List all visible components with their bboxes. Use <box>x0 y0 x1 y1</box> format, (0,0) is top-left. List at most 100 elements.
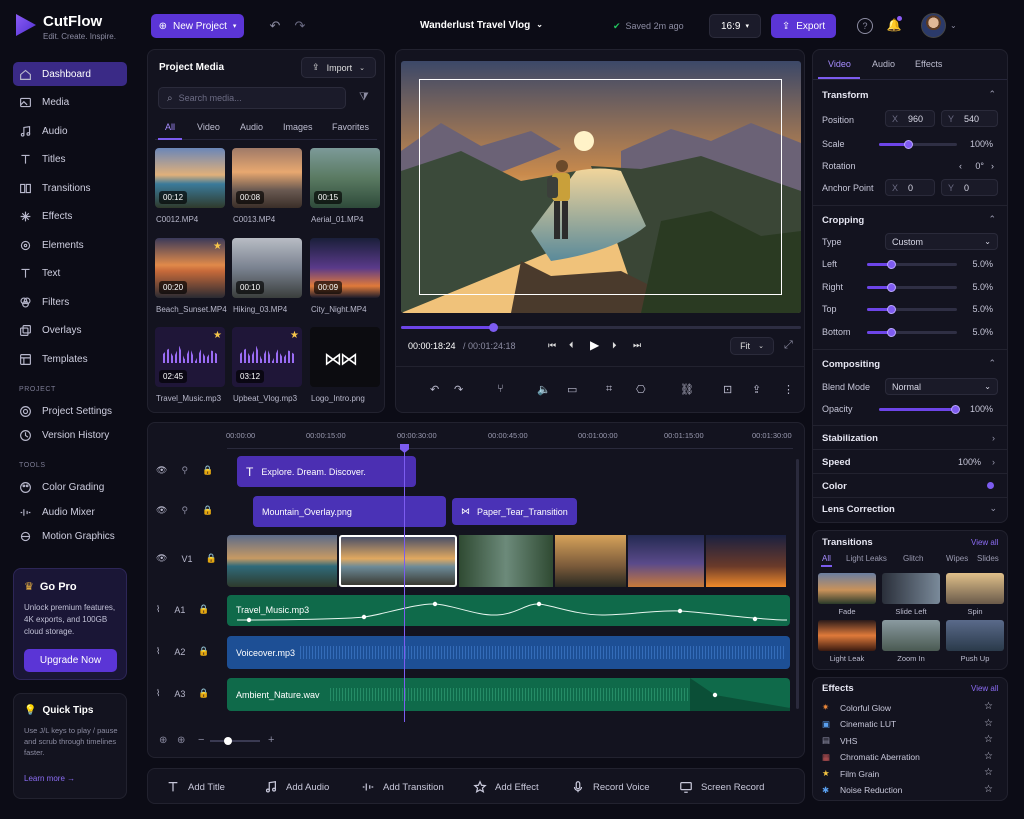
sidebar-item-text[interactable]: Text <box>13 261 127 285</box>
snapshot-icon[interactable]: ⊡ <box>723 383 732 396</box>
skip-forward-icon[interactable]: ⏭ <box>633 340 641 351</box>
caption-icon[interactable]: ▭ <box>567 383 577 396</box>
transition-thumbnail[interactable] <box>818 620 876 651</box>
effect-item[interactable]: ▣ Cinematic LUT <box>822 719 896 730</box>
position-y-field[interactable]: Y 540 <box>941 110 998 127</box>
media-tab-all[interactable]: All <box>165 122 175 132</box>
video-clip[interactable] <box>555 535 626 587</box>
learn-more-link[interactable]: Learn more → <box>24 774 75 783</box>
undo-button[interactable]: ↶ <box>266 17 284 35</box>
favorite-star-icon[interactable]: ★ <box>213 241 222 252</box>
anchor-y-field[interactable]: Y0 <box>941 179 998 196</box>
add-transition-button[interactable]: Add Transition <box>361 775 444 799</box>
zoom-slider[interactable] <box>210 737 260 745</box>
crop-right-slider[interactable] <box>867 282 957 292</box>
transitions-view-all-link[interactable]: View all <box>971 538 998 547</box>
add-title-button[interactable]: Add Title <box>166 775 225 799</box>
collapse-cropping-icon[interactable]: ⌃ <box>988 214 996 225</box>
lock-icon[interactable]: 🔒 <box>198 688 209 699</box>
transition-thumbnail[interactable] <box>882 620 940 651</box>
transition-tab[interactable]: Slides <box>977 554 999 563</box>
transition-clip[interactable]: ⋈ Paper_Tear_Transition <box>452 498 577 525</box>
undo-icon[interactable]: ↶ <box>430 383 439 396</box>
split-icon[interactable]: ⑂ <box>497 383 504 395</box>
opacity-slider[interactable] <box>879 405 960 414</box>
add-effect-button[interactable]: Add Effect <box>473 775 539 799</box>
video-clip[interactable] <box>706 535 786 587</box>
sidebar-item-transitions[interactable]: Transitions <box>13 176 127 200</box>
effect-item[interactable]: ✱ Noise Reduction <box>822 785 902 796</box>
scale-slider[interactable] <box>879 140 957 149</box>
preview-video[interactable] <box>401 61 801 313</box>
transition-thumbnail[interactable] <box>882 573 940 604</box>
video-clip[interactable] <box>227 535 337 587</box>
sidebar-item-audio-mixer[interactable]: Audio Mixer <box>13 500 127 524</box>
rotation-increment[interactable]: › <box>984 161 994 171</box>
favorite-star-icon[interactable]: ☆ <box>984 784 993 795</box>
stabilization-row[interactable]: Stabilization <box>822 433 878 444</box>
waveform-icon[interactable]: ⌇ <box>156 646 160 657</box>
waveform-icon[interactable]: ⌇ <box>156 688 160 699</box>
export-button[interactable]: ⇪ Export <box>771 14 836 38</box>
sidebar-item-audio[interactable]: Audio <box>13 119 127 143</box>
overlay-clip[interactable]: Mountain_Overlay.png <box>253 496 446 527</box>
effect-item[interactable]: ▦ Chromatic Aberration <box>822 752 920 763</box>
crop-icon[interactable]: ⌗ <box>606 383 612 396</box>
sidebar-item-motion-graphics[interactable]: Motion Graphics <box>13 524 127 548</box>
new-project-button[interactable]: ⊕ New Project ▾ <box>151 14 244 38</box>
skip-back-icon[interactable]: ⏮ <box>548 340 556 351</box>
media-thumbnail[interactable]: 00:20 ★ <box>155 238 225 298</box>
favorite-star-icon[interactable]: ☆ <box>984 751 993 762</box>
link-icon[interactable]: ⛓ <box>680 383 694 396</box>
media-tab-audio[interactable]: Audio <box>240 122 263 132</box>
props-tab-effects[interactable]: Effects <box>915 59 942 69</box>
video-clip[interactable] <box>459 535 553 587</box>
effect-item[interactable]: ▤ VHS <box>822 735 857 746</box>
help-icon[interactable]: ? <box>857 18 873 34</box>
avatar[interactable] <box>921 13 946 38</box>
video-clip-selected[interactable] <box>339 535 457 587</box>
favorite-star-icon[interactable]: ★ <box>213 330 222 341</box>
blend-mode-select[interactable]: Normal ⌄ <box>885 378 998 395</box>
rotation-decrement[interactable]: ‹ <box>950 161 962 171</box>
transition-thumbnail[interactable] <box>818 573 876 604</box>
project-title-dropdown[interactable]: Wanderlust Travel Vlog ⌄ <box>420 20 543 31</box>
lock-icon[interactable]: 🔒 <box>198 646 209 657</box>
sidebar-item-titles[interactable]: Titles <box>13 147 127 171</box>
more-icon[interactable]: ⋮ <box>783 383 794 396</box>
media-thumbnail[interactable]: 00:15 <box>310 148 380 208</box>
export-frame-icon[interactable]: ⇪ <box>752 383 761 396</box>
zoom-fit-icon[interactable]: ⊕ <box>159 735 167 746</box>
anchor-x-field[interactable]: X0 <box>885 179 935 196</box>
media-thumbnail[interactable]: 00:09 <box>310 238 380 298</box>
scrubber-knob[interactable] <box>489 323 498 332</box>
search-input[interactable]: ⌕ Search media... <box>158 87 346 109</box>
crop-type-select[interactable]: Custom ⌄ <box>885 233 998 250</box>
video-track-v1[interactable] <box>227 535 792 587</box>
sidebar-item-templates[interactable]: Templates <box>13 347 127 371</box>
sidebar-item-elements[interactable]: Elements <box>13 233 127 257</box>
crop-bottom-slider[interactable] <box>867 327 957 337</box>
transition-thumbnail[interactable] <box>946 620 1004 651</box>
zoom-in-icon[interactable]: ⊕ <box>177 735 185 746</box>
video-clip[interactable] <box>628 535 704 587</box>
collapse-transform-icon[interactable]: ⌃ <box>988 89 996 100</box>
effects-view-all-link[interactable]: View all <box>971 684 998 693</box>
media-thumbnail[interactable]: 02:45 ★ <box>155 327 225 387</box>
media-tab-images[interactable]: Images <box>283 122 313 132</box>
lock-icon[interactable]: 🔒 <box>202 465 213 476</box>
title-clip[interactable]: T Explore. Dream. Discover. <box>237 456 416 487</box>
sidebar-item-dashboard[interactable]: Dashboard <box>13 62 127 86</box>
favorite-star-icon[interactable]: ☆ <box>984 734 993 745</box>
import-button[interactable]: ⇪ Import ⌄ <box>301 57 376 78</box>
zoom-plus-icon[interactable]: + <box>268 734 274 746</box>
sidebar-item-effects[interactable]: Effects <box>13 204 127 228</box>
avatar-chevron-icon[interactable]: ⌄ <box>950 21 957 30</box>
effect-item[interactable]: ✷ Colorful Glow <box>822 702 891 713</box>
step-forward-icon[interactable]: ⏵ <box>612 340 617 351</box>
transition-tab[interactable]: Glitch <box>903 554 923 563</box>
lens-correction-row[interactable]: Lens Correction <box>822 504 895 515</box>
sidebar-item-media[interactable]: Media <box>13 90 127 114</box>
link-icon[interactable]: ⚲ <box>181 465 188 476</box>
media-thumbnail[interactable]: ⋈⋈ <box>310 327 380 387</box>
